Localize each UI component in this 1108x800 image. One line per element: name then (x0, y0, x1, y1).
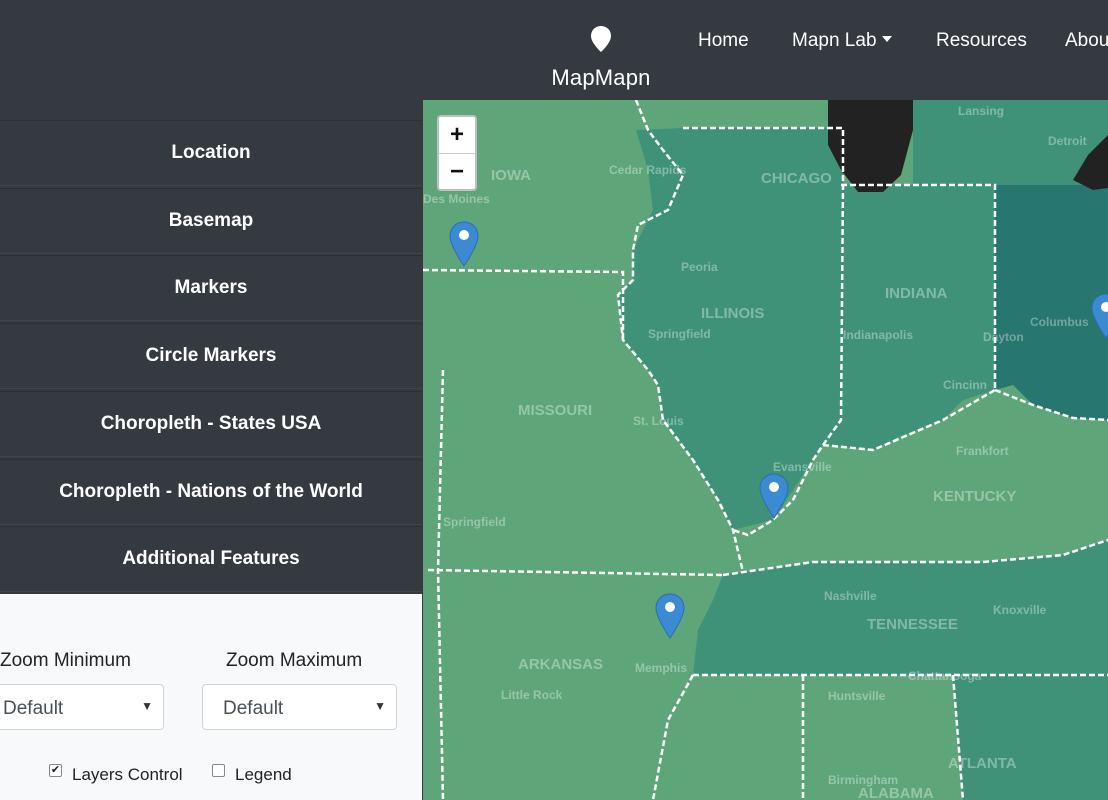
sidebar-item-location[interactable]: Location (0, 120, 422, 186)
city-label-memphis: Memphis (635, 661, 687, 675)
city-label-little-rock: Little Rock (501, 688, 563, 702)
state-label-illinois: ILLINOIS (701, 305, 764, 322)
city-label-des-moines: Des Moines (423, 192, 490, 206)
state-label-iowa: IOWA (491, 167, 531, 184)
city-label-chattanooga: Chattanooga (908, 669, 982, 683)
sidebar-item-additional-features[interactable]: Additional Features (0, 526, 422, 592)
georgia-region (953, 675, 1108, 800)
navbar: MapMapn Home Mapn Lab Resources About (0, 0, 1108, 100)
city-label-atlanta: ATLANTA (948, 755, 1017, 772)
zoom-maximum-select[interactable]: Default ▼ (202, 684, 397, 730)
map-marker-icon[interactable] (1090, 292, 1108, 340)
city-label-detroit: Detroit (1048, 134, 1087, 148)
city-label-cincinnati: Cincinn (943, 378, 987, 392)
zoom-out-button[interactable]: − (439, 154, 475, 190)
city-label-nashville: Nashville (824, 589, 877, 603)
sidebar-item-circle-markers[interactable]: Circle Markers (0, 323, 422, 389)
map-pin-icon (591, 26, 611, 52)
sidebar-item-basemap[interactable]: Basemap (0, 188, 422, 254)
zoom-control: + − (437, 115, 477, 191)
city-label-springfield-il: Springfield (648, 327, 711, 341)
state-label-missouri: MISSOURI (518, 402, 592, 419)
zoom-maximum-label: Zoom Maximum (226, 650, 363, 671)
chevron-down-icon: ▼ (374, 699, 386, 713)
nav-resources[interactable]: Resources (936, 30, 1027, 52)
brand-name: MapMapn (551, 65, 651, 90)
map-canvas: IOWA ILLINOIS INDIANA MISSOURI KENTUCKY … (423, 100, 1108, 800)
city-label-birmingham: Birmingham (828, 773, 898, 787)
city-label-indianapolis: Indianapolis (843, 328, 913, 342)
sidebar-item-markers[interactable]: Markers (0, 255, 422, 321)
city-label-chicago: CHICAGO (761, 170, 832, 187)
layers-control-label: Layers Control (72, 765, 183, 784)
nav-home[interactable]: Home (698, 30, 749, 52)
city-label-knoxville: Knoxville (993, 603, 1047, 617)
city-label-dayton: Dayton (983, 330, 1024, 344)
zoom-minimum-label: Zoom Minimum (0, 650, 131, 671)
city-label-peoria: Peoria (681, 260, 718, 274)
chevron-down-icon: ▼ (141, 699, 153, 713)
state-label-tennessee: TENNESSEE (867, 616, 958, 633)
legend-checkbox[interactable] (212, 764, 225, 777)
legend-label: Legend (235, 765, 292, 784)
zoom-minimum-value: Default (3, 698, 64, 719)
zoom-in-button[interactable]: + (439, 117, 475, 154)
nav-about[interactable]: About (1065, 30, 1108, 52)
state-label-alabama: ALABAMA (858, 785, 934, 800)
nav-mapn-lab-label: Mapn Lab (792, 30, 877, 51)
state-label-kentucky: KENTUCKY (933, 488, 1016, 505)
map-marker-icon[interactable] (448, 220, 480, 268)
city-label-st-louis: St. Louis (633, 414, 684, 428)
state-label-arkansas: ARKANSAS (518, 656, 603, 673)
city-label-lansing: Lansing (958, 104, 1004, 118)
zoom-minimum-select[interactable]: Default ▼ (0, 684, 164, 730)
map[interactable]: IOWA ILLINOIS INDIANA MISSOURI KENTUCKY … (423, 100, 1108, 800)
map-marker-icon[interactable] (654, 592, 686, 640)
layers-control-checkbox[interactable]: ✔ (49, 764, 62, 777)
city-label-cedar-rapids: Cedar Rapids (609, 163, 687, 177)
map-marker-icon[interactable] (758, 472, 790, 520)
sidebar-item-choropleth-states[interactable]: Choropleth - States USA (0, 391, 422, 457)
brand[interactable]: MapMapn (540, 24, 662, 91)
city-label-huntsville: Huntsville (828, 689, 886, 703)
city-label-springfield-mo: Springfield (443, 515, 506, 529)
nav-mapn-lab[interactable]: Mapn Lab (792, 30, 892, 52)
city-label-columbus: Columbus (1030, 315, 1089, 329)
caret-down-icon (881, 36, 892, 42)
city-label-frankfort: Frankfort (956, 444, 1009, 458)
zoom-maximum-value: Default (223, 698, 284, 719)
state-label-indiana: INDIANA (885, 285, 948, 302)
sidebar-item-choropleth-nations[interactable]: Choropleth - Nations of the World (0, 459, 422, 525)
